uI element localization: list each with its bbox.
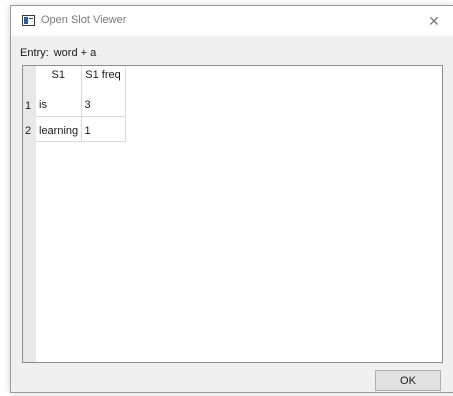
slot-table-grid[interactable]: S1 S1 freq 1 is 3 2 learning 1 (22, 65, 443, 363)
close-button[interactable]: ✕ (414, 6, 453, 36)
entry-row: Entry: word + a (20, 47, 96, 59)
table-cell-s1[interactable]: is (36, 91, 82, 117)
entry-label: Entry: (20, 47, 49, 59)
table-cell-s1[interactable]: learning (36, 116, 82, 142)
app-icon-pane (24, 17, 28, 24)
title-bar[interactable]: Open Slot Viewer ✕ (11, 6, 453, 36)
table-row: 2 learning 1 (23, 116, 126, 142)
table-cell-freq[interactable]: 1 (81, 116, 126, 142)
corner-cell[interactable] (23, 66, 36, 91)
entry-value: word + a (53, 47, 97, 59)
table-row: 1 is 3 (23, 91, 126, 117)
slot-table: S1 S1 freq 1 is 3 2 learning 1 (23, 66, 126, 142)
column-header-s1[interactable]: S1 (36, 66, 82, 91)
row-number[interactable]: 2 (23, 116, 36, 141)
window-app-icon (22, 15, 35, 26)
close-icon: ✕ (428, 12, 440, 29)
table-cell-freq[interactable]: 3 (81, 91, 126, 117)
ok-button[interactable]: OK (375, 370, 441, 391)
window-title: Open Slot Viewer (41, 14, 127, 26)
app-icon-bar (29, 18, 33, 19)
row-number[interactable]: 1 (23, 91, 36, 116)
column-header-s1-freq[interactable]: S1 freq (81, 66, 126, 91)
open-slot-viewer-dialog: Open Slot Viewer ✕ Entry: word + a S1 S1 … (10, 5, 453, 393)
header-row: S1 S1 freq (23, 66, 126, 91)
